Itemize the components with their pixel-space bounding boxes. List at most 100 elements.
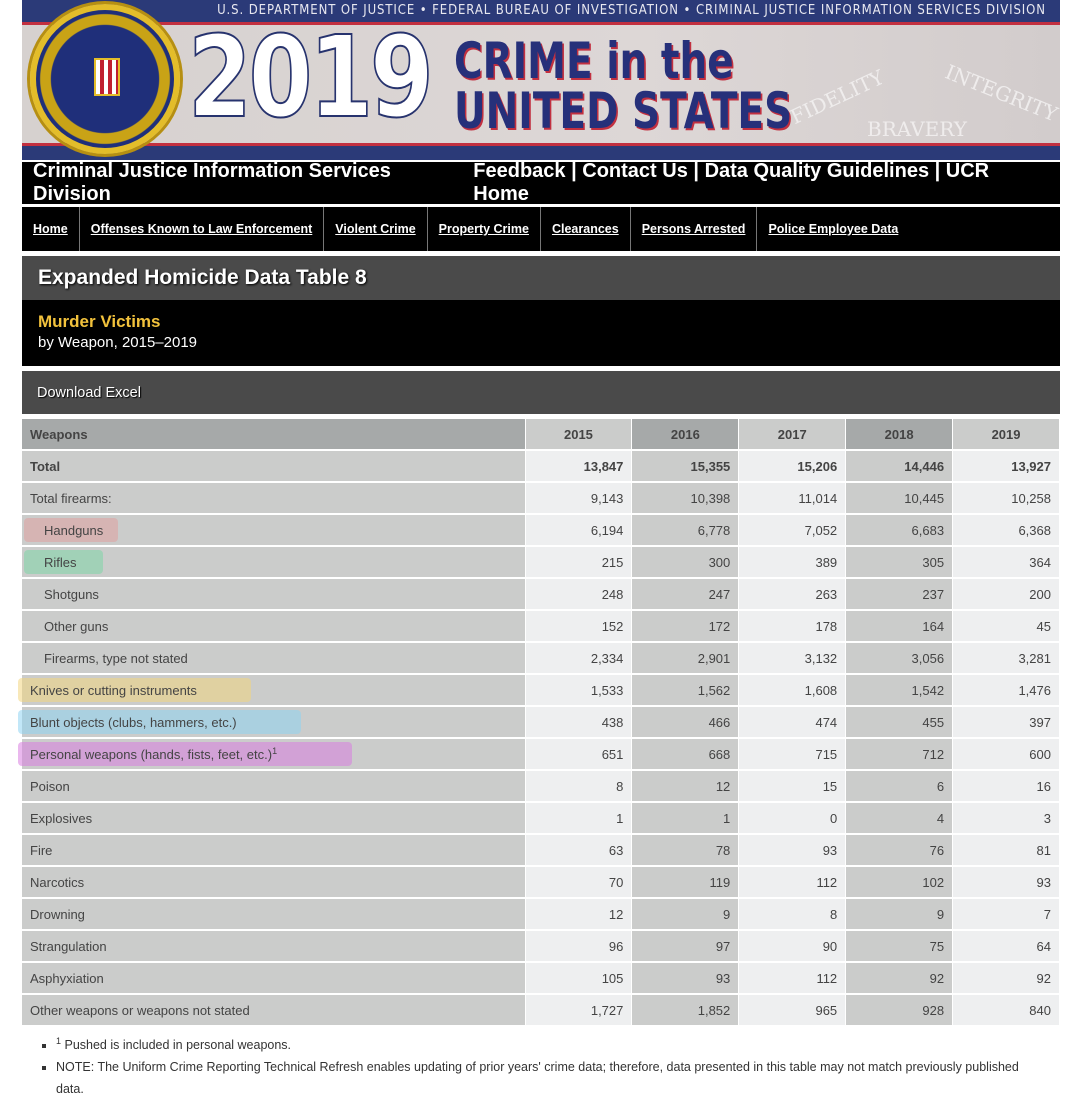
cell-2018: 305 — [845, 546, 954, 579]
cell-2016: 668 — [631, 738, 740, 771]
cell-2018: 14,446 — [845, 450, 954, 483]
cell-2015: 152 — [525, 610, 633, 643]
cell-2017: 0 — [738, 802, 847, 835]
cell-2017: 112 — [738, 962, 847, 995]
cell-2016: 1,562 — [631, 674, 740, 707]
nav-clearances[interactable]: Clearances — [541, 207, 631, 251]
row-label: Poison — [22, 770, 526, 803]
cell-2015: 248 — [525, 578, 633, 611]
cell-2019: 200 — [952, 578, 1060, 611]
table-row: Rifles 215 300 389 305 364 — [22, 546, 1060, 579]
cell-2015: 2,334 — [525, 642, 633, 675]
banner-year: 2019 — [187, 13, 434, 143]
cell-2015: 63 — [525, 834, 633, 867]
cell-2019: 64 — [952, 930, 1060, 963]
cell-2019: 10,258 — [952, 482, 1060, 515]
cell-2015: 1,533 — [525, 674, 633, 707]
cell-2016: 172 — [631, 610, 740, 643]
cell-2017: 263 — [738, 578, 847, 611]
cell-2015: 1 — [525, 802, 633, 835]
feedback-link[interactable]: Feedback — [473, 160, 565, 182]
row-label: Other weapons or weapons not stated — [22, 994, 526, 1027]
cell-2017: 11,014 — [738, 482, 847, 515]
nav-property-crime[interactable]: Property Crime — [428, 207, 541, 251]
cell-2018: 102 — [845, 866, 954, 899]
cell-2017: 178 — [738, 610, 847, 643]
cell-2018: 76 — [845, 834, 954, 867]
cell-2016: 15,355 — [631, 450, 740, 483]
nav-violent-crime[interactable]: Violent Crime — [324, 207, 428, 251]
row-label: Strangulation — [22, 930, 526, 963]
column-header-2017: 2017 — [738, 419, 847, 451]
row-label: Shotguns — [22, 578, 526, 611]
download-excel-button[interactable]: Download Excel — [22, 371, 1060, 414]
cell-2019: 6,368 — [952, 514, 1060, 547]
cell-2017: 389 — [738, 546, 847, 579]
row-label: Rifles — [22, 546, 526, 579]
row-label: Drowning — [22, 898, 526, 931]
cell-2019: 16 — [952, 770, 1060, 803]
cell-2018: 928 — [845, 994, 954, 1027]
cell-2018: 92 — [845, 962, 954, 995]
row-label: Asphyxiation — [22, 962, 526, 995]
table-row: Personal weapons (hands, fists, feet, et… — [18, 738, 1060, 771]
table-row: Knives or cutting instruments 1,533 1,562 1… — [18, 674, 1060, 707]
cell-2017: 965 — [738, 994, 847, 1027]
data-quality-link[interactable]: Data Quality Guidelines — [705, 160, 930, 182]
contact-us-link[interactable]: Contact Us — [582, 160, 688, 182]
cell-2018: 10,445 — [845, 482, 954, 515]
cell-2015: 12 — [525, 898, 633, 931]
cell-2017: 93 — [738, 834, 847, 867]
row-label: Blunt objects (clubs, hammers, etc.) — [18, 706, 526, 739]
cell-2019: 364 — [952, 546, 1060, 579]
homicide-weapons-table: Weapons 2015 2016 2017 2018 2019 Total 13,847 1… — [18, 419, 1060, 1027]
main-nav: Home Offenses Known to Law Enforcement V… — [22, 207, 1060, 251]
cell-2015: 215 — [525, 546, 633, 579]
table-row: Drowning 12 9 8 9 7 — [22, 898, 1060, 931]
nav-offenses[interactable]: Offenses Known to Law Enforcement — [80, 207, 325, 251]
column-header-2015: 2015 — [525, 419, 633, 451]
cell-2016: 93 — [631, 962, 740, 995]
cell-2015: 13,847 — [525, 450, 633, 483]
cell-2019: 13,927 — [952, 450, 1060, 483]
motto-bravery: BRAVERY — [867, 117, 967, 141]
cell-2018: 9 — [845, 898, 954, 931]
cell-2015: 1,727 — [525, 994, 633, 1027]
cell-2015: 9,143 — [525, 482, 633, 515]
cell-2015: 70 — [525, 866, 633, 899]
page-subtitle-detail: by Weapon, 2015–2019 — [38, 334, 198, 351]
header-links: Feedback | Contact Us | Data Quality Gui… — [473, 160, 990, 205]
cell-2018: 164 — [845, 610, 954, 643]
cell-2016: 9 — [631, 898, 740, 931]
footnote-note: NOTE: The Uniform Crime Reporting Techni… — [56, 1056, 1046, 1100]
cell-2015: 105 — [525, 962, 633, 995]
table-row: Blunt objects (clubs, hammers, etc.) 438 4… — [18, 706, 1060, 739]
cell-2017: 112 — [738, 866, 847, 899]
table-row: Strangulation 96 97 90 75 64 — [22, 930, 1060, 963]
cell-2018: 3,056 — [845, 642, 954, 675]
cell-2017: 3,132 — [738, 642, 847, 675]
row-label: Fire — [22, 834, 526, 867]
table-row: Explosives 1 1 0 4 3 — [22, 802, 1060, 835]
cell-2018: 455 — [845, 706, 954, 739]
nav-home[interactable]: Home — [22, 207, 80, 251]
cell-2016: 247 — [631, 578, 740, 611]
row-label: Explosives — [22, 802, 526, 835]
cell-2015: 96 — [525, 930, 633, 963]
cell-2019: 1,476 — [952, 674, 1060, 707]
cell-2019: 81 — [952, 834, 1060, 867]
cell-2017: 474 — [738, 706, 847, 739]
nav-persons-arrested[interactable]: Persons Arrested — [631, 207, 758, 251]
table-row: Poison 8 12 15 6 16 — [22, 770, 1060, 803]
cell-2018: 4 — [845, 802, 954, 835]
cell-2017: 15,206 — [738, 450, 847, 483]
nav-police-employee[interactable]: Police Employee Data — [757, 207, 909, 251]
row-label: Total — [22, 450, 526, 483]
banner-title: CRIME in the UNITED STATES — [454, 32, 793, 140]
division-name: Criminal Justice Information Services Di… — [33, 160, 391, 205]
row-label: Total firearms: — [22, 482, 526, 515]
cell-2016: 6,778 — [631, 514, 740, 547]
cell-2019: 600 — [952, 738, 1060, 771]
cell-2016: 1 — [631, 802, 740, 835]
row-label: Personal weapons (hands, fists, feet, et… — [18, 738, 526, 771]
